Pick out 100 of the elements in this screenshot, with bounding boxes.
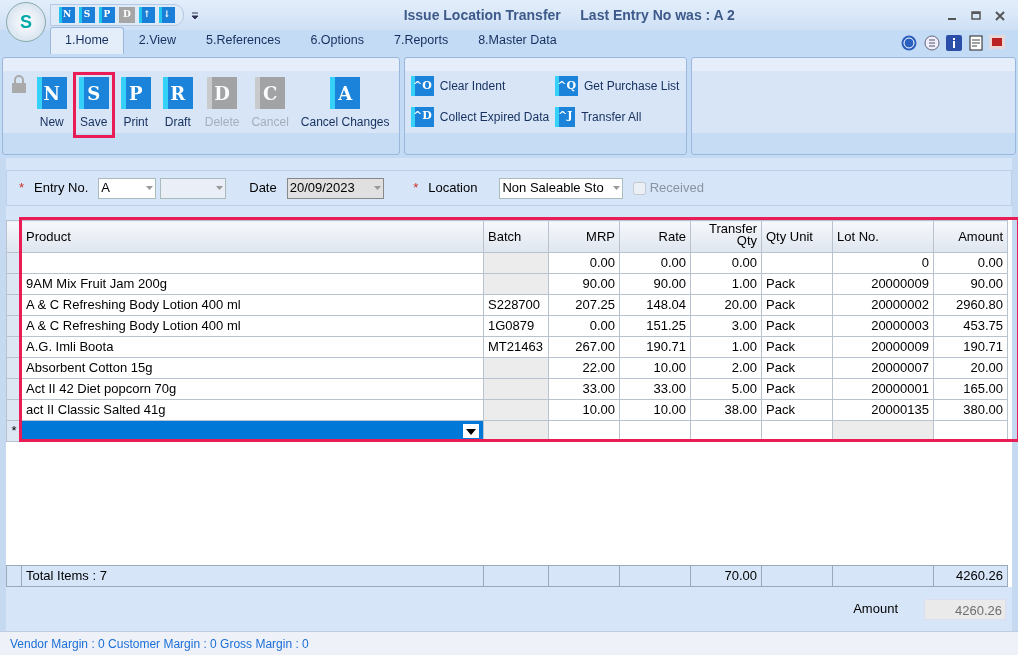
column-header[interactable]: Rate bbox=[619, 220, 691, 253]
table-cell: 20000009 bbox=[832, 336, 934, 358]
table-cell: 20000003 bbox=[832, 315, 934, 337]
ribbon-tab[interactable]: 1.Home bbox=[50, 27, 124, 54]
table-cell: 190.71 bbox=[619, 336, 691, 358]
column-header[interactable]: Transfer Qty bbox=[690, 220, 762, 253]
table-cell: 1.00 bbox=[690, 336, 762, 358]
table-cell: 33.00 bbox=[548, 378, 620, 400]
toolbar-icon[interactable]: ↓ bbox=[159, 7, 175, 23]
ribbon-button[interactable]: ^O Clear Indent bbox=[408, 74, 553, 98]
ribbon-button[interactable]: ^J Transfer All bbox=[552, 104, 683, 129]
ribbon-button[interactable]: ^Q Get Purchase List bbox=[552, 74, 683, 98]
table-cell: 453.75 bbox=[933, 315, 1008, 337]
table-cell: 90.00 bbox=[548, 273, 620, 295]
toolbar-icon[interactable]: S bbox=[79, 7, 95, 23]
table-cell: Pack bbox=[761, 273, 833, 295]
table-cell: 0 bbox=[832, 252, 934, 274]
table-cell: Pack bbox=[761, 399, 833, 421]
letter-tile-icon: P bbox=[120, 77, 151, 109]
table-cell: 2.00 bbox=[690, 357, 762, 379]
info-icon[interactable] bbox=[946, 34, 962, 51]
ribbon-tab[interactable]: 6.Options bbox=[295, 27, 379, 54]
table-cell: Pack bbox=[761, 294, 833, 316]
column-header[interactable]: Qty Unit bbox=[761, 220, 833, 253]
table-cell: 2960.80 bbox=[933, 294, 1008, 316]
location-dropdown[interactable]: Non Saleable Sto bbox=[499, 177, 624, 199]
window-title: Issue Location Transfer bbox=[403, 5, 561, 25]
table-cell: 90.00 bbox=[619, 273, 691, 295]
last-entry-text: Last Entry No was : A 2 bbox=[580, 5, 735, 25]
exit-icon[interactable] bbox=[989, 34, 1005, 51]
received-label: Received bbox=[649, 179, 704, 198]
table-cell: 20000002 bbox=[832, 294, 934, 316]
ribbon-button[interactable]: ^D Collect Expired Data bbox=[408, 104, 553, 129]
table-cell: 5.00 bbox=[690, 378, 762, 400]
list-icon[interactable] bbox=[923, 34, 940, 51]
ribbon-button[interactable]: A Cancel Changes bbox=[294, 72, 396, 138]
table-cell: 38.00 bbox=[690, 399, 762, 421]
ribbon-button[interactable]: N New bbox=[30, 72, 73, 138]
ribbon-tab[interactable]: 2.View bbox=[123, 27, 192, 54]
table-cell: 0.00 bbox=[548, 315, 620, 337]
document-icon[interactable] bbox=[968, 34, 983, 51]
table-cell: Pack bbox=[761, 315, 833, 337]
table-cell: 3.00 bbox=[690, 315, 762, 337]
letter-tile-icon: C bbox=[255, 77, 286, 109]
entry-label: Entry No. bbox=[34, 179, 89, 198]
required-mark: * bbox=[19, 179, 25, 198]
table-cell: 22.00 bbox=[548, 357, 620, 379]
required-mark: * bbox=[413, 179, 419, 198]
table-cell: 0.00 bbox=[933, 252, 1008, 274]
table-cell: 151.25 bbox=[619, 315, 691, 337]
table-cell: 33.00 bbox=[619, 378, 691, 400]
date-label: Date bbox=[249, 179, 277, 198]
date-picker[interactable]: 20/09/2023 bbox=[286, 177, 384, 199]
lock-icon bbox=[9, 75, 28, 94]
table-cell: 165.00 bbox=[933, 378, 1008, 400]
table-cell: Pack bbox=[761, 357, 833, 379]
toolbar-icon[interactable]: ↑ bbox=[139, 7, 155, 23]
toolbar-icon[interactable]: P bbox=[99, 7, 115, 23]
table-cell: 10.00 bbox=[619, 357, 691, 379]
toolbar-icon[interactable]: N bbox=[59, 7, 75, 23]
column-header[interactable]: Product bbox=[21, 220, 484, 253]
amount-field: 4260.26 bbox=[924, 598, 1006, 620]
table-cell: 20.00 bbox=[690, 294, 762, 316]
column-header[interactable]: Batch bbox=[483, 220, 549, 253]
table-cell: 0.00 bbox=[619, 252, 691, 274]
table-cell: 20000001 bbox=[832, 378, 934, 400]
ribbon-tab[interactable]: 8.Master Data bbox=[463, 27, 572, 54]
column-header[interactable]: MRP bbox=[548, 220, 620, 253]
ribbon-button[interactable]: S Save bbox=[72, 72, 115, 138]
letter-tile-icon: D bbox=[207, 77, 238, 109]
table-cell: Pack bbox=[761, 378, 833, 400]
letter-tile-icon: R bbox=[162, 77, 193, 109]
table-cell: 10.00 bbox=[548, 399, 620, 421]
total-cell: 70.00 bbox=[690, 565, 762, 587]
total-items-label: Total Items : 7 bbox=[21, 565, 484, 587]
table-cell: 20000009 bbox=[832, 273, 934, 295]
table-cell: 267.00 bbox=[548, 336, 620, 358]
letter-tile-icon: N bbox=[36, 77, 67, 109]
table-cell: 0.00 bbox=[690, 252, 762, 274]
ribbon-button[interactable]: R Draft bbox=[156, 72, 199, 138]
amount-label: Amount bbox=[853, 600, 898, 619]
ribbon-button[interactable]: P Print bbox=[114, 72, 157, 138]
table-cell: 207.25 bbox=[548, 294, 620, 316]
table-cell: 1G0879 bbox=[483, 315, 549, 337]
column-header[interactable]: Amount bbox=[933, 220, 1008, 253]
table-cell: 20000007 bbox=[832, 357, 934, 379]
ribbon-tab[interactable]: 5.References bbox=[191, 27, 296, 54]
total-cell: 4260.26 bbox=[933, 565, 1008, 587]
letter-tile-icon: A bbox=[330, 77, 361, 109]
table-cell: 0.00 bbox=[548, 252, 620, 274]
table-cell: 380.00 bbox=[933, 399, 1008, 421]
entry-prefix-dropdown[interactable]: A bbox=[98, 177, 157, 199]
ribbon-tab[interactable]: 7.Reports bbox=[378, 27, 464, 54]
table-cell: 190.71 bbox=[933, 336, 1008, 358]
column-header[interactable]: Lot No. bbox=[832, 220, 934, 253]
table-cell: MT21463 bbox=[483, 336, 549, 358]
letter-tile-icon: S bbox=[78, 77, 109, 109]
table-cell: 20000135 bbox=[832, 399, 934, 421]
table-cell: Pack bbox=[761, 336, 833, 358]
table-cell: 10.00 bbox=[619, 399, 691, 421]
